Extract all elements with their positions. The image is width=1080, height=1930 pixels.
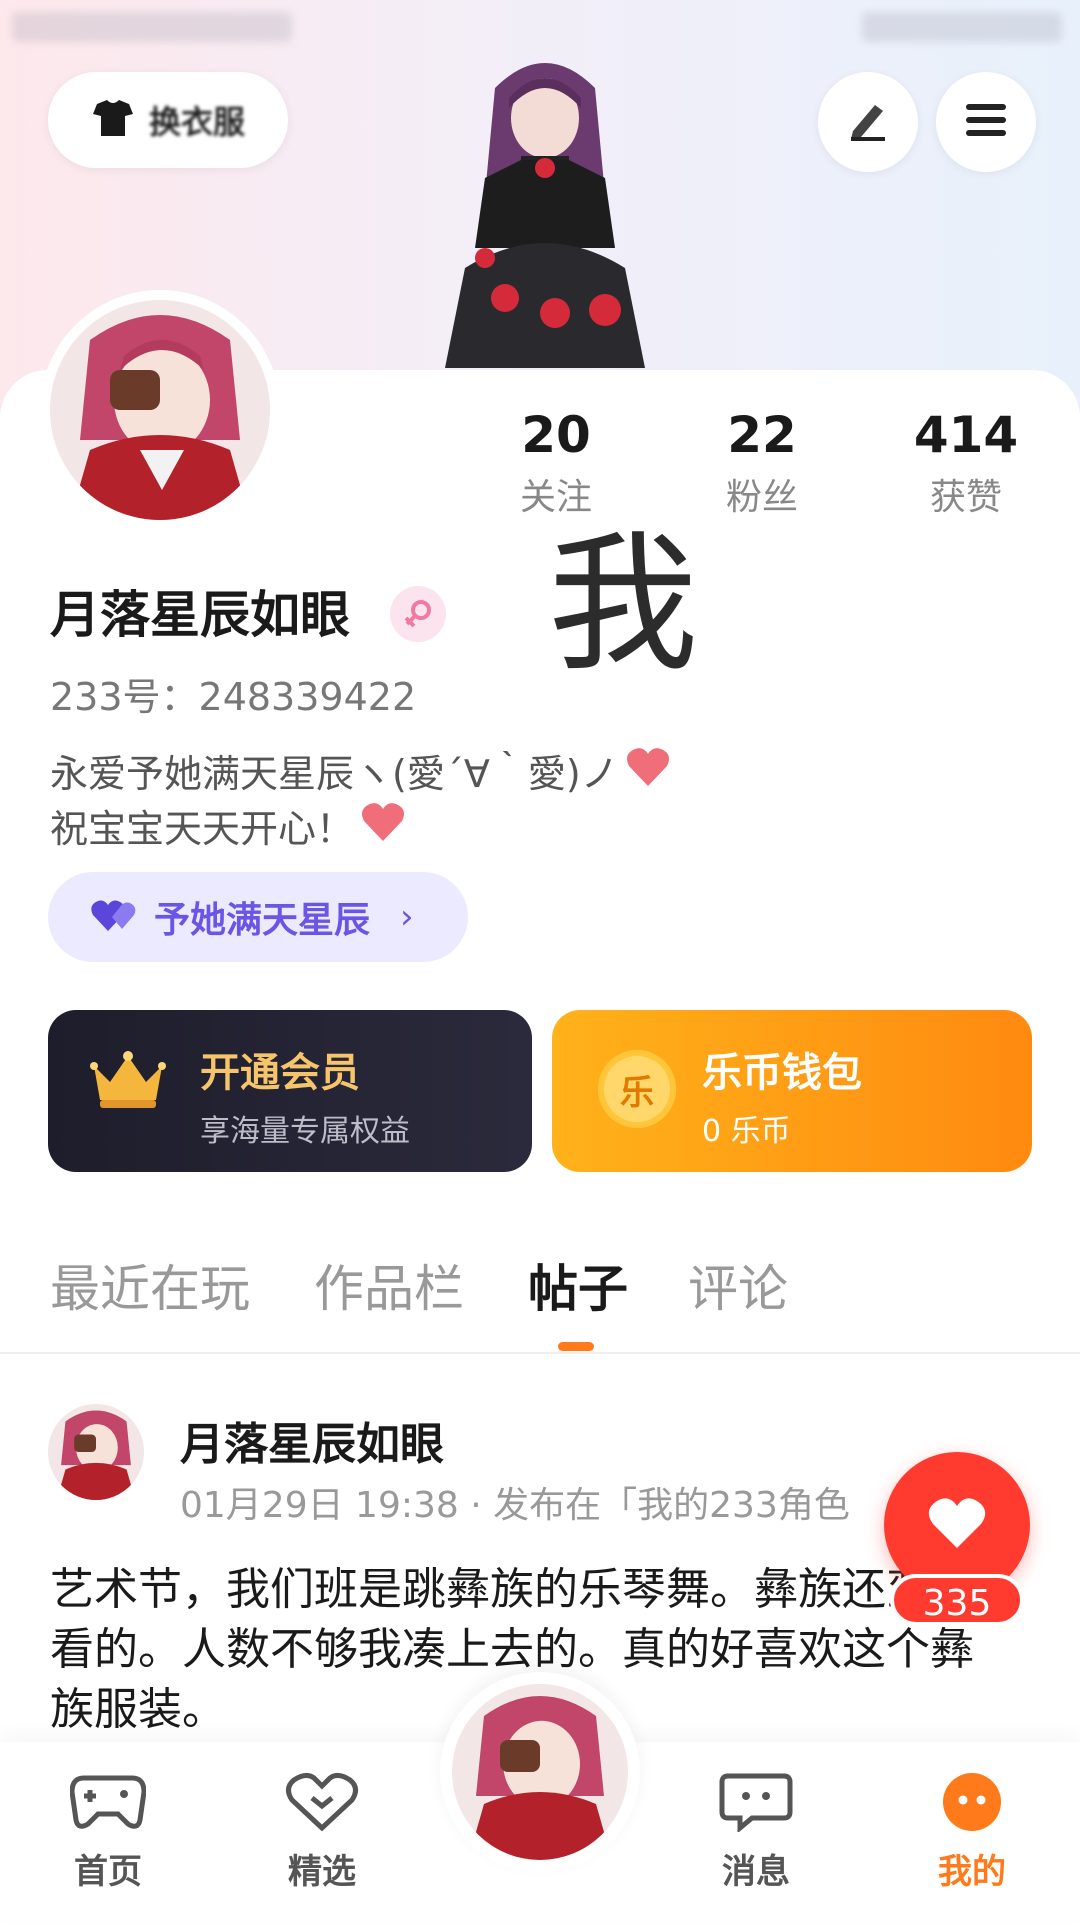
- vip-membership-card[interactable]: 开通会员 享海量专属权益: [48, 1010, 532, 1172]
- active-tab-indicator: [558, 1342, 594, 1351]
- nav-center-avatar[interactable]: [440, 1672, 640, 1872]
- tab-works[interactable]: 作品栏: [314, 1254, 464, 1324]
- edit-icon: [845, 97, 891, 147]
- nav-messages-label: 消息: [722, 1852, 790, 1892]
- profile-tag-label: 予她满天星辰: [154, 900, 371, 941]
- bio-line-2: 祝宝宝天天开心！: [50, 806, 355, 851]
- chevron-right-icon: ›: [400, 897, 414, 937]
- following-count: 20: [521, 406, 591, 464]
- nav-featured[interactable]: 精选: [262, 1772, 382, 1893]
- profile-username: 月落星辰如眼: [50, 586, 350, 644]
- heart-outline-icon: [284, 1772, 360, 1836]
- smiley-icon: [939, 1773, 1005, 1836]
- double-heart-icon: [90, 897, 138, 937]
- post-author-avatar[interactable]: [48, 1404, 144, 1500]
- edit-button[interactable]: [818, 72, 918, 172]
- nav-featured-label: 精选: [288, 1852, 356, 1892]
- following-stat[interactable]: 20 关注: [486, 405, 626, 523]
- avatar-image: [452, 1684, 628, 1860]
- shirt-icon: [91, 98, 135, 142]
- outfit-button[interactable]: 换衣服: [48, 72, 288, 168]
- followers-stat[interactable]: 22 粉丝: [692, 405, 832, 523]
- profile-avatar[interactable]: [40, 290, 280, 530]
- nav-me-label: 我的: [938, 1852, 1006, 1892]
- chat-bubble-icon: [718, 1773, 794, 1836]
- post-author-name[interactable]: 月落星辰如眼: [180, 1408, 444, 1472]
- heart-emoji-icon: [360, 801, 406, 856]
- menu-icon: [964, 100, 1008, 144]
- followers-label: 粉丝: [725, 477, 798, 518]
- nav-home-label: 首页: [74, 1852, 142, 1892]
- nav-me[interactable]: 我的: [912, 1772, 1032, 1893]
- vip-title: 开通会员: [200, 1050, 360, 1096]
- status-bar: [0, 12, 1080, 52]
- heart-emoji-icon: [625, 746, 671, 801]
- tab-posts[interactable]: 帖子: [528, 1254, 628, 1324]
- tab-comments[interactable]: 评论: [688, 1254, 788, 1324]
- overlay-text-me: 我: [548, 518, 699, 692]
- tab-recent-play[interactable]: 最近在玩: [50, 1254, 250, 1324]
- avatar-image: [50, 300, 270, 520]
- outfit-button-label: 换衣服: [148, 103, 245, 141]
- bio-line-1: 永爱予她满天星辰ヽ(愛´∀｀愛)ノ: [50, 751, 619, 796]
- female-gender-icon: [390, 586, 446, 642]
- followers-count: 22: [727, 406, 797, 464]
- gamepad-icon: [69, 1775, 147, 1836]
- profile-bio: 永爱予她满天星辰ヽ(愛´∀｀愛)ノ 祝宝宝天天开心！: [50, 746, 671, 856]
- status-bar-right-blurred: [862, 12, 1062, 42]
- crown-icon: [88, 1048, 168, 1116]
- nav-home[interactable]: 首页: [48, 1772, 168, 1893]
- heart-icon: [927, 1496, 987, 1554]
- likes-stat[interactable]: 414 获赞: [896, 405, 1036, 523]
- following-label: 关注: [519, 477, 592, 518]
- menu-button[interactable]: [936, 72, 1036, 172]
- likes-count: 414: [913, 406, 1019, 464]
- profile-tag-button[interactable]: 予她满天星辰 ›: [48, 872, 468, 962]
- wallet-balance: 0 乐币: [702, 1114, 791, 1149]
- likes-label: 获赞: [929, 477, 1002, 518]
- nav-messages[interactable]: 消息: [696, 1772, 816, 1893]
- bottom-navigation: 首页 精选 消息 我的: [0, 1672, 1080, 1920]
- tabs-divider: [0, 1352, 1080, 1354]
- status-bar-left-blurred: [12, 12, 292, 42]
- wallet-card[interactable]: 乐 乐币钱包 0 乐币: [552, 1010, 1032, 1172]
- coin-icon: 乐: [598, 1050, 676, 1128]
- post-meta: 01月29日 19:38 · 发布在「我的233角色: [180, 1485, 850, 1526]
- wallet-title: 乐币钱包: [702, 1050, 862, 1096]
- character-3d-model[interactable]: [405, 48, 685, 378]
- vip-subtitle: 享海量专属权益: [200, 1114, 410, 1149]
- like-count: 335: [890, 1574, 1024, 1626]
- profile-uid[interactable]: 233号：248339422: [50, 672, 416, 722]
